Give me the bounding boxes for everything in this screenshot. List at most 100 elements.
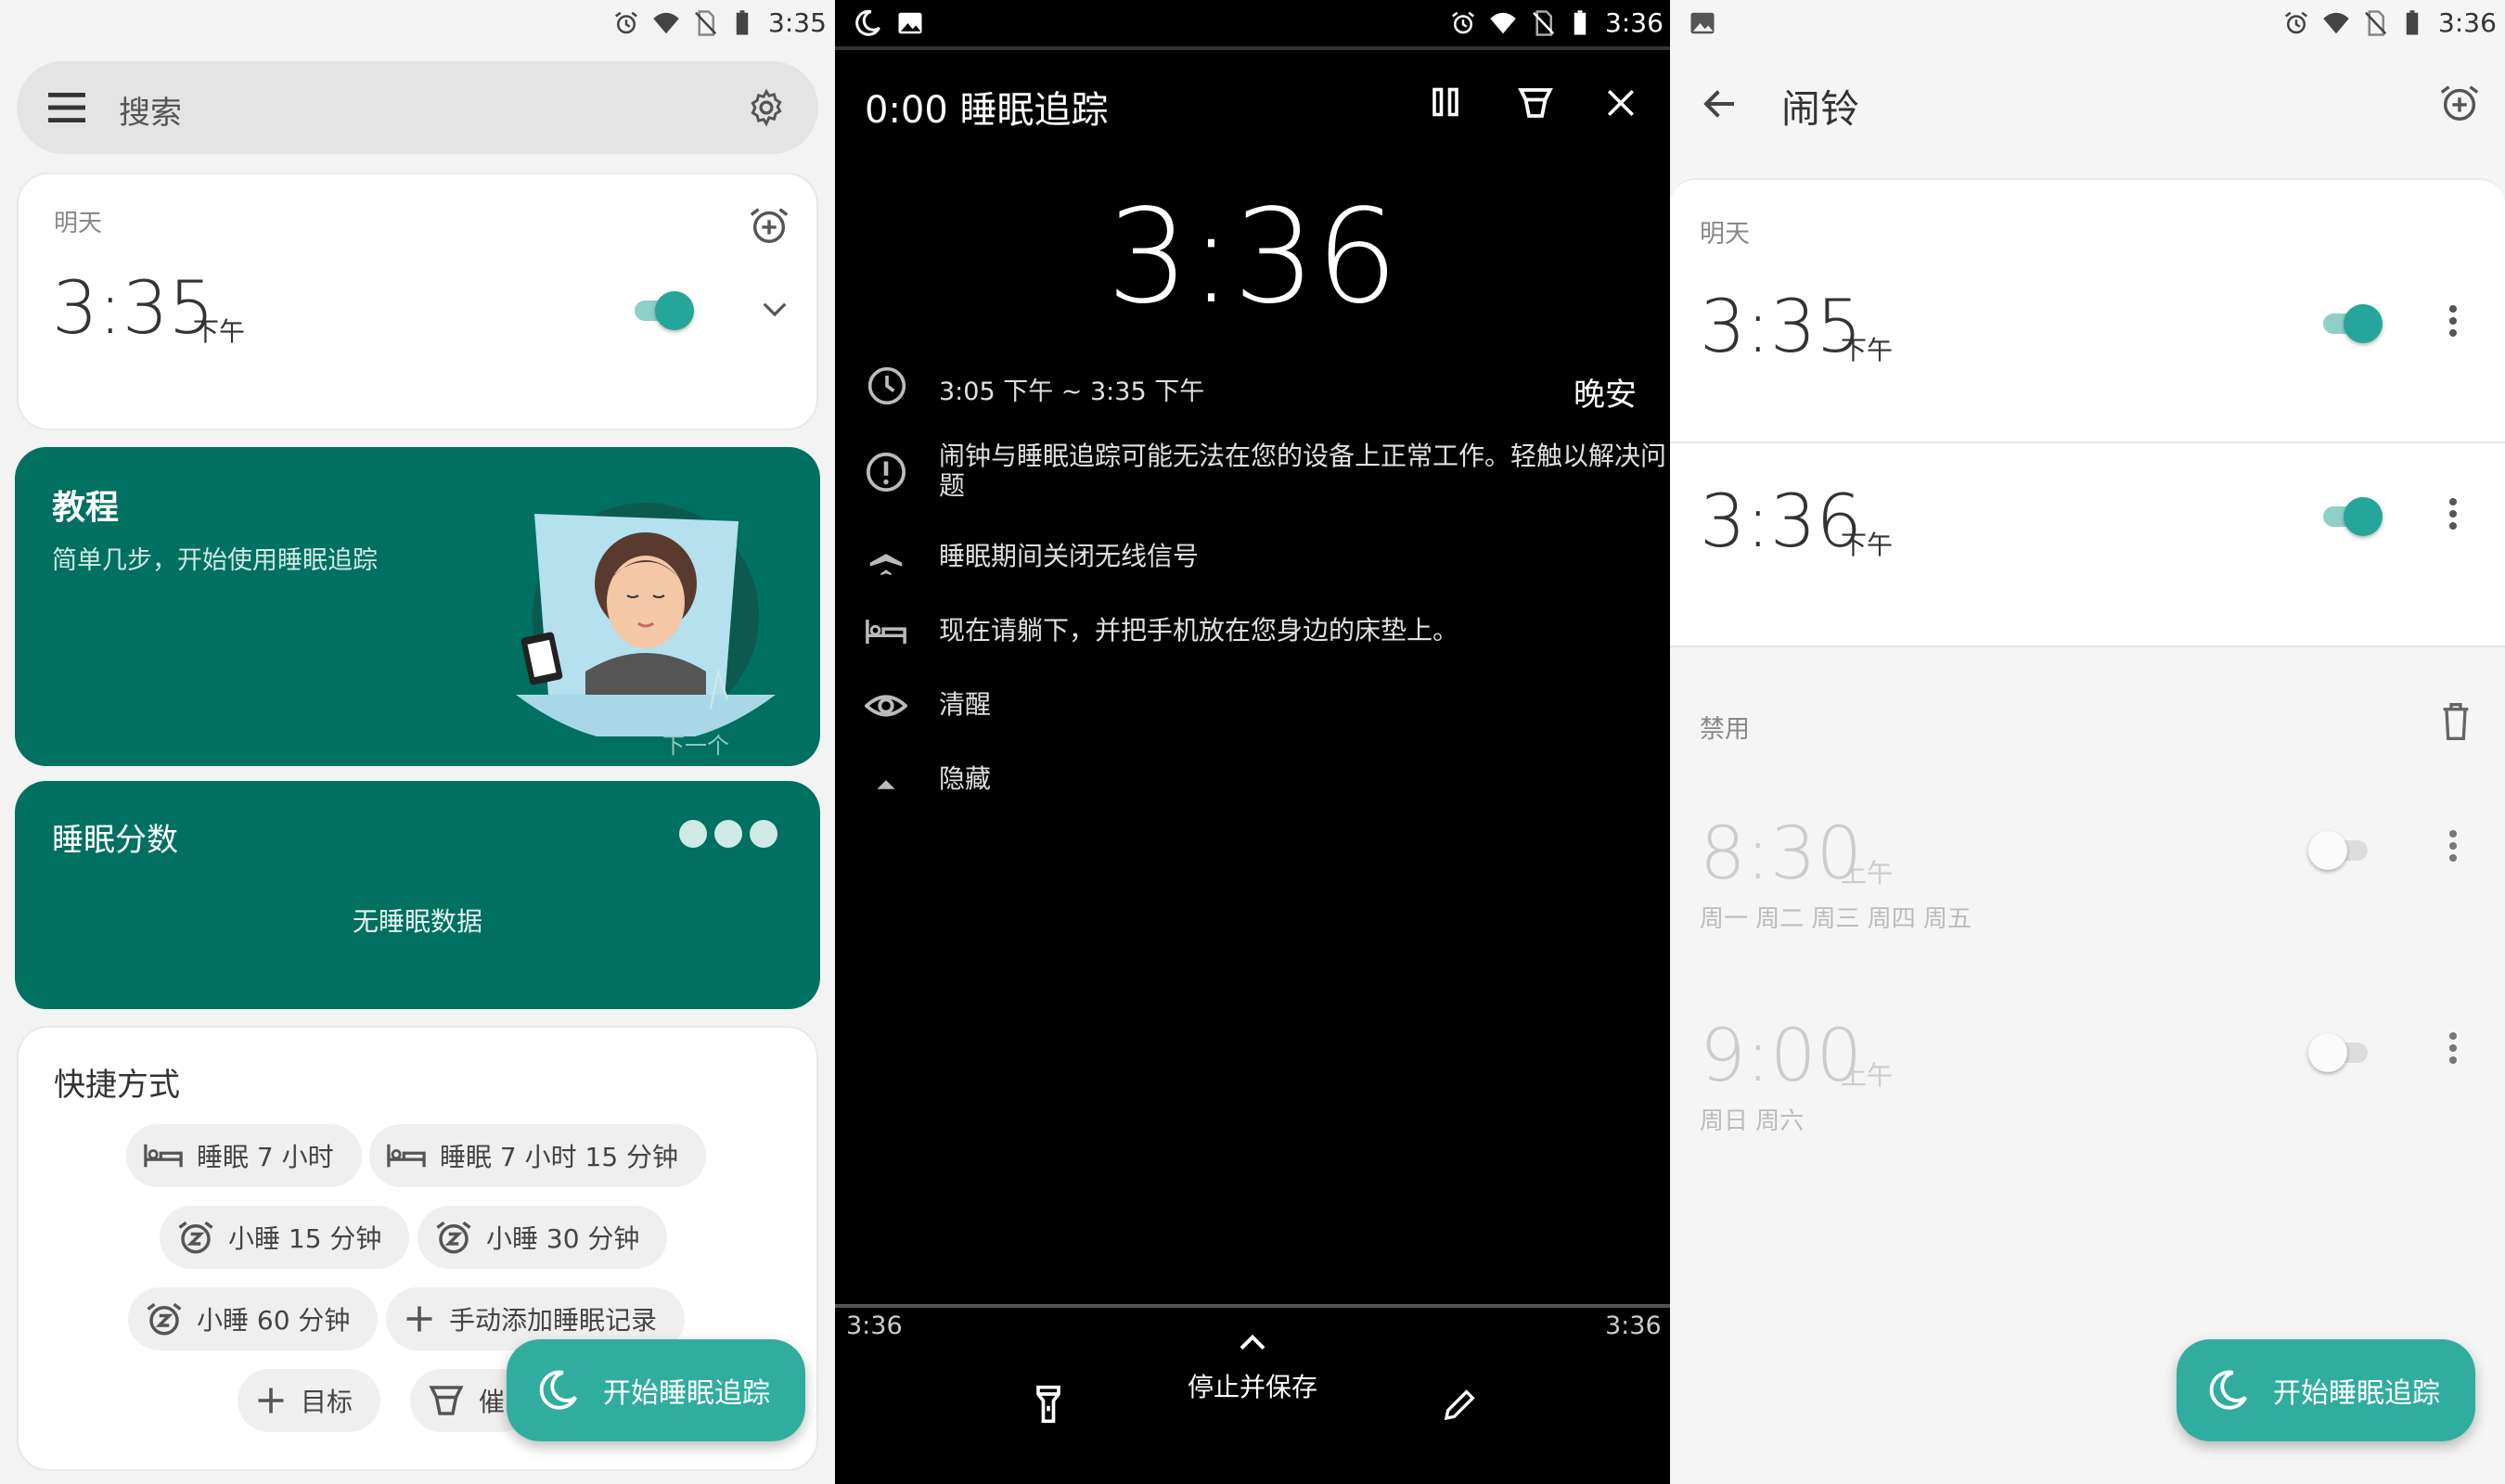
more-vert-icon[interactable] bbox=[2447, 1028, 2459, 1074]
alarm-days: 周一 周二 周三 周四 周五 bbox=[1700, 905, 1972, 933]
shortcut-nap-30[interactable]: 小睡 30 分钟 bbox=[418, 1206, 668, 1269]
alarm-status-icon bbox=[2285, 11, 2307, 34]
more-vert-icon[interactable] bbox=[2447, 301, 2459, 347]
status-time: 3:35 bbox=[768, 7, 827, 38]
caret-up-icon bbox=[877, 780, 895, 789]
alarm-time: 9:00 bbox=[1700, 1015, 1863, 1098]
sleep-score-card[interactable]: 睡眠分数 无睡眠数据 bbox=[15, 781, 820, 1009]
warning-text[interactable]: 闹钟与睡眠追踪可能无法在您的设备上正常工作。轻触以解决问题 bbox=[939, 441, 1670, 501]
airplane-icon bbox=[869, 539, 903, 576]
goodnight-label[interactable]: 晚安 bbox=[1574, 369, 1637, 415]
moon-icon bbox=[2209, 1370, 2247, 1410]
stop-save-button[interactable]: 停止并保存 bbox=[835, 1367, 1670, 1404]
moon-status-icon bbox=[855, 9, 880, 36]
bed-icon bbox=[866, 620, 906, 644]
disabled-alarm-row[interactable]: 9:00 上午 周日 周六 bbox=[1670, 1000, 2505, 1167]
alarm-ampm: 上午 bbox=[1841, 858, 1894, 889]
shortcut-label: 手动添加睡眠记录 bbox=[449, 1305, 658, 1336]
sleep-score-title: 睡眠分数 bbox=[52, 822, 178, 859]
awake-text[interactable]: 清醒 bbox=[939, 690, 991, 720]
alarm-ampm: 下午 bbox=[193, 316, 246, 347]
shortcuts-title: 快捷方式 bbox=[54, 1067, 180, 1104]
battery-icon bbox=[2406, 10, 2419, 35]
enabled-alarms-section: 明天 3:35 下午 3:36 下午 bbox=[1670, 178, 2505, 647]
alarm-row[interactable]: 3:36 下午 bbox=[1670, 443, 2505, 638]
moon-icon bbox=[539, 1370, 577, 1410]
bed-icon bbox=[144, 1144, 183, 1168]
fab-label: 开始睡眠追踪 bbox=[2273, 1377, 2440, 1410]
no-sim-icon bbox=[2365, 10, 2387, 36]
add-alarm-icon[interactable] bbox=[748, 204, 790, 247]
status-bar: 3:35 bbox=[0, 0, 835, 46]
shortcut-nap-60[interactable]: 小睡 60 分钟 bbox=[128, 1287, 379, 1350]
bottom-right-time: 3:36 bbox=[1605, 1311, 1662, 1340]
alarm-toggle[interactable] bbox=[2319, 304, 2383, 343]
nap-alarm-icon bbox=[147, 1302, 182, 1336]
alarm-row[interactable]: 3:35 下午 bbox=[1670, 249, 2505, 434]
shortcut-label: 小睡 30 分钟 bbox=[486, 1223, 640, 1254]
fab-label: 开始睡眠追踪 bbox=[603, 1377, 770, 1410]
close-icon[interactable] bbox=[1605, 87, 1637, 119]
graph-divider bbox=[835, 1304, 1670, 1308]
shortcut-nap-15[interactable]: 小睡 15 分钟 bbox=[160, 1206, 410, 1269]
disabled-alarm-row[interactable]: 8:30 上午 周一 周二 周三 周四 周五 bbox=[1670, 798, 2505, 965]
alarm-time: 3:36 bbox=[1700, 480, 1863, 564]
search-bar[interactable]: 搜索 bbox=[17, 61, 818, 154]
warning-icon bbox=[866, 452, 906, 493]
alarm-time: 3:35 bbox=[52, 267, 215, 351]
alarm-ampm: 下午 bbox=[1841, 530, 1894, 560]
status-time: 3:36 bbox=[2438, 7, 2497, 38]
more-vert-icon[interactable] bbox=[2447, 825, 2459, 872]
shortcut-sleep-7h15m[interactable]: 睡眠 7 小时 15 分钟 bbox=[369, 1124, 707, 1187]
menu-icon[interactable] bbox=[48, 93, 85, 122]
back-arrow-icon[interactable] bbox=[1702, 85, 1739, 122]
shortcut-label: 小睡 15 分钟 bbox=[228, 1223, 382, 1254]
alarm-time: 8:30 bbox=[1700, 812, 1863, 896]
tutorial-subtitle: 简单几步，开始使用睡眠追踪 bbox=[52, 546, 378, 575]
clock-icon bbox=[867, 366, 906, 405]
delete-trash-icon[interactable] bbox=[2440, 703, 2472, 740]
alarm-toggle[interactable] bbox=[2308, 1033, 2371, 1072]
alarm-ampm: 上午 bbox=[1841, 1060, 1894, 1091]
airplane-text[interactable]: 睡眠期间关闭无线信号 bbox=[939, 542, 1199, 571]
more-vert-icon[interactable] bbox=[2447, 493, 2459, 540]
wifi-icon bbox=[653, 12, 679, 34]
alarm-days: 周日 周六 bbox=[1700, 1107, 1805, 1135]
tutorial-card[interactable]: 教程 简单几步，开始使用睡眠追踪 下一个 bbox=[15, 447, 820, 766]
shortcut-label: 睡眠 7 小时 15 分钟 bbox=[440, 1142, 679, 1172]
more-dots-icon[interactable] bbox=[679, 820, 777, 848]
shortcut-label: 目标 bbox=[301, 1387, 353, 1417]
time-range[interactable]: 3:05 下午 ~ 3:35 下午 bbox=[939, 371, 1204, 407]
shortcut-sleep-7h[interactable]: 睡眠 7 小时 bbox=[126, 1124, 362, 1187]
start-sleep-tracking-button[interactable]: 开始睡眠追踪 bbox=[2177, 1339, 2475, 1441]
next-alarm-card[interactable]: 明天 3:35 下午 bbox=[17, 173, 818, 430]
tracking-clock: 3:36 bbox=[1106, 182, 1399, 333]
shortcut-goal[interactable]: 目标 bbox=[238, 1369, 381, 1432]
chevron-up-icon[interactable] bbox=[1238, 1332, 1267, 1352]
wifi-icon bbox=[2323, 12, 2349, 34]
no-sim-icon bbox=[695, 10, 717, 36]
nap-alarm-icon bbox=[436, 1221, 471, 1254]
alarm-toggle[interactable] bbox=[2319, 497, 2383, 536]
bottom-left-time: 3:36 bbox=[846, 1311, 903, 1340]
tutorial-next-label[interactable]: 下一个 bbox=[662, 727, 729, 760]
hide-text[interactable]: 隐藏 bbox=[939, 764, 991, 794]
section-label: 禁用 bbox=[1700, 715, 1750, 744]
alarm-toggle[interactable] bbox=[2308, 831, 2371, 870]
bed-text[interactable]: 现在请躺下，并把手机放在您身边的床垫上。 bbox=[939, 616, 1458, 646]
tutorial-title: 教程 bbox=[52, 489, 120, 527]
status-bar: 3:36 bbox=[835, 0, 1670, 46]
alarms-screen: 3:36 闹铃 明天 3:35 下午 3:36 下午 禁用 8:30 上午 周一… bbox=[1670, 0, 2505, 1484]
alarm-status-icon bbox=[615, 11, 637, 34]
edit-pencil-icon[interactable] bbox=[1442, 1386, 1479, 1423]
start-sleep-tracking-button[interactable]: 开始睡眠追踪 bbox=[507, 1339, 805, 1441]
pause-icon[interactable] bbox=[1429, 85, 1462, 119]
settings-gear-icon[interactable] bbox=[746, 87, 787, 128]
search-input[interactable]: 搜索 bbox=[119, 87, 182, 133]
chevron-down-icon[interactable] bbox=[761, 299, 789, 321]
add-alarm-icon[interactable] bbox=[2438, 82, 2481, 124]
section-label: 明天 bbox=[1700, 220, 1750, 249]
sleep-tracking-screen: 3:36 0:00 睡眠追踪 3:36 3:05 下午 ~ 3:35 下午 晚安… bbox=[835, 0, 1670, 1484]
alarm-toggle[interactable] bbox=[631, 291, 694, 330]
lullaby-icon[interactable] bbox=[1516, 83, 1555, 122]
